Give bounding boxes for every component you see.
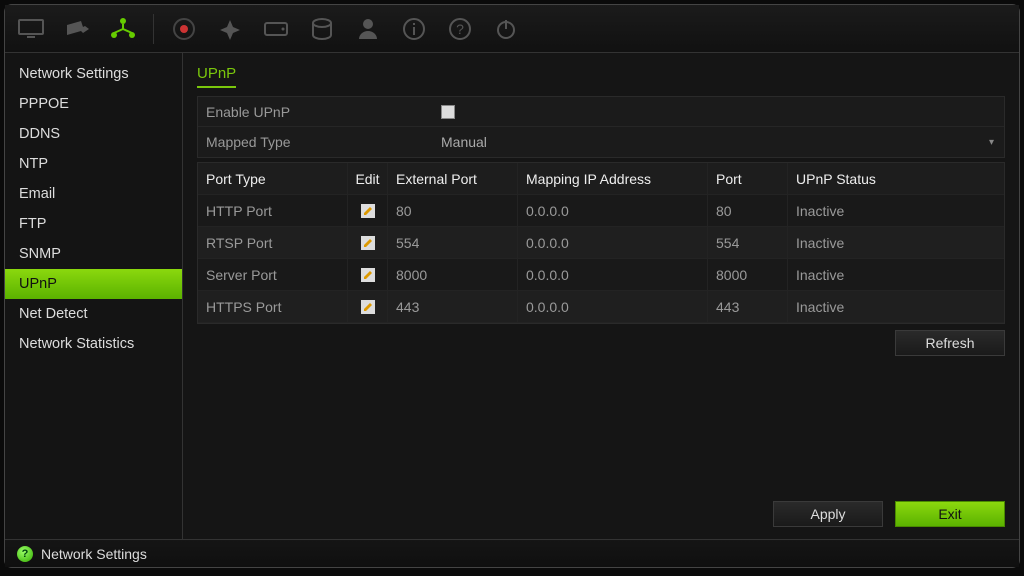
- table-row[interactable]: Server Port80000.0.0.08000Inactive: [198, 259, 1004, 291]
- content-panel: UPnP Enable UPnP Mapped Type Manual ▾: [183, 53, 1019, 539]
- enable-upnp-control: [433, 105, 1004, 119]
- power-icon[interactable]: [488, 11, 524, 47]
- cell-edit: [348, 227, 388, 258]
- cell-port-type: RTSP Port: [198, 227, 348, 258]
- cell-port: 80: [708, 195, 788, 226]
- col-port: Port: [708, 163, 788, 194]
- col-external-port: External Port: [388, 163, 518, 194]
- cell-external-port: 554: [388, 227, 518, 258]
- sidebar-item-network-settings[interactable]: Network Settings: [5, 59, 182, 89]
- top-toolbar: ?: [5, 5, 1019, 53]
- sidebar-item-upnp[interactable]: UPnP: [5, 269, 182, 299]
- monitor-icon[interactable]: [13, 11, 49, 47]
- cell-port: 443: [708, 291, 788, 322]
- cell-edit: [348, 291, 388, 322]
- sidebar-item-net-detect[interactable]: Net Detect: [5, 299, 182, 329]
- edit-icon[interactable]: [360, 299, 376, 315]
- user-icon[interactable]: [350, 11, 386, 47]
- col-mapping-ip: Mapping IP Address: [518, 163, 708, 194]
- info-icon[interactable]: [396, 11, 432, 47]
- footer-label: Network Settings: [41, 546, 147, 562]
- enable-upnp-label: Enable UPnP: [198, 104, 433, 120]
- cell-status: Inactive: [788, 195, 1004, 226]
- svg-text:?: ?: [456, 21, 464, 37]
- edit-icon[interactable]: [360, 267, 376, 283]
- cell-external-port: 8000: [388, 259, 518, 290]
- network-icon[interactable]: [105, 11, 141, 47]
- mapped-type-row: Mapped Type Manual ▾: [198, 127, 1004, 157]
- apply-button[interactable]: Apply: [773, 501, 883, 527]
- sidebar-item-ftp[interactable]: FTP: [5, 209, 182, 239]
- cell-mapping-ip: 0.0.0.0: [518, 259, 708, 290]
- table-row[interactable]: HTTPS Port4430.0.0.0443Inactive: [198, 291, 1004, 323]
- footer-bar: ? Network Settings: [5, 539, 1019, 567]
- cell-port: 8000: [708, 259, 788, 290]
- exit-button[interactable]: Exit: [895, 501, 1005, 527]
- cell-status: Inactive: [788, 291, 1004, 322]
- refresh-button[interactable]: Refresh: [895, 330, 1005, 356]
- edit-icon[interactable]: [360, 203, 376, 219]
- cell-mapping-ip: 0.0.0.0: [518, 227, 708, 258]
- mapped-type-select[interactable]: Manual ▾: [433, 134, 1004, 150]
- sidebar: Network SettingsPPPOEDDNSNTPEmailFTPSNMP…: [5, 53, 183, 539]
- col-edit: Edit: [348, 163, 388, 194]
- cell-status: Inactive: [788, 259, 1004, 290]
- cell-external-port: 443: [388, 291, 518, 322]
- sidebar-item-ddns[interactable]: DDNS: [5, 119, 182, 149]
- camera-icon[interactable]: [59, 11, 95, 47]
- toolbar-separator: [153, 14, 154, 44]
- form-panel: Enable UPnP Mapped Type Manual ▾: [197, 96, 1005, 158]
- col-status: UPnP Status: [788, 163, 1004, 194]
- mapped-type-value: Manual: [441, 134, 487, 150]
- sidebar-item-network-statistics[interactable]: Network Statistics: [5, 329, 182, 359]
- col-port-type: Port Type: [198, 163, 348, 194]
- sidebar-item-pppoe[interactable]: PPPOE: [5, 89, 182, 119]
- table-row[interactable]: HTTP Port800.0.0.080Inactive: [198, 195, 1004, 227]
- port-table: Port Type Edit External Port Mapping IP …: [197, 162, 1005, 324]
- cell-port-type: HTTPS Port: [198, 291, 348, 322]
- drive-icon[interactable]: [258, 11, 294, 47]
- sidebar-item-ntp[interactable]: NTP: [5, 149, 182, 179]
- alarm-icon[interactable]: [212, 11, 248, 47]
- cell-external-port: 80: [388, 195, 518, 226]
- sidebar-item-snmp[interactable]: SNMP: [5, 239, 182, 269]
- table-header-row: Port Type Edit External Port Mapping IP …: [198, 163, 1004, 195]
- record-icon[interactable]: [166, 11, 202, 47]
- cell-edit: [348, 195, 388, 226]
- page-title: UPnP: [197, 63, 236, 88]
- cell-mapping-ip: 0.0.0.0: [518, 291, 708, 322]
- cell-status: Inactive: [788, 227, 1004, 258]
- cell-edit: [348, 259, 388, 290]
- enable-row: Enable UPnP: [198, 97, 1004, 127]
- edit-icon[interactable]: [360, 235, 376, 251]
- cell-mapping-ip: 0.0.0.0: [518, 195, 708, 226]
- enable-upnp-checkbox[interactable]: [441, 105, 455, 119]
- cell-port: 554: [708, 227, 788, 258]
- mapped-type-label: Mapped Type: [198, 134, 433, 150]
- sidebar-item-email[interactable]: Email: [5, 179, 182, 209]
- help-icon[interactable]: ?: [442, 11, 478, 47]
- cell-port-type: Server Port: [198, 259, 348, 290]
- chevron-down-icon: ▾: [989, 137, 994, 148]
- help-icon[interactable]: ?: [17, 546, 33, 562]
- hdd-icon[interactable]: [304, 11, 340, 47]
- cell-port-type: HTTP Port: [198, 195, 348, 226]
- table-row[interactable]: RTSP Port5540.0.0.0554Inactive: [198, 227, 1004, 259]
